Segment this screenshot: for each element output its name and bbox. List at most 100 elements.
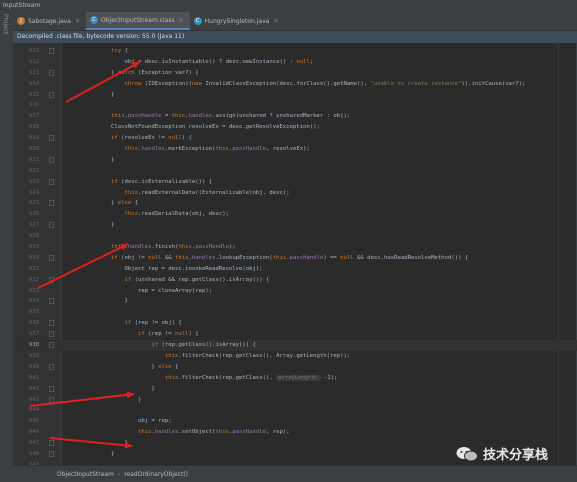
project-tool-strip[interactable]: Project	[0, 12, 14, 482]
fold-marker-icon[interactable]	[49, 450, 54, 457]
breadcrumb-class[interactable]: ObjectInputStream	[57, 471, 114, 478]
code-text: }	[111, 450, 115, 457]
code-line[interactable]: 936 if (rep != obj) {	[13, 318, 577, 329]
code-text: if (obj != null && this.handles.lookupEx…	[111, 254, 469, 261]
code-line[interactable]: 922	[13, 166, 577, 177]
code-text: } catch (Exception var7) {	[111, 69, 199, 76]
line-number: 911	[28, 48, 39, 54]
code-line[interactable]: 938 if (rep.getClass().isArray()) {	[13, 340, 577, 351]
decompiled-banner: Decompiled .class file, bytecode version…	[13, 31, 577, 43]
line-number: 939	[28, 352, 39, 359]
code-line[interactable]: 939 this.filterCheck(rep.getClass(), Arr…	[13, 351, 577, 362]
code-text: ClassNotFoundException resolveEx = desc.…	[111, 124, 320, 131]
code-line[interactable]: 917 this.passHandle = this.handles.assign…	[13, 111, 577, 122]
code-line[interactable]: 945 obj = rep;	[13, 416, 577, 427]
code-line[interactable]: 923 if (desc.isExternalizable()) {	[13, 177, 577, 188]
fold-marker-icon[interactable]	[49, 156, 54, 163]
code-line[interactable]: 944	[13, 405, 577, 416]
code-line[interactable]: 940 } else {	[13, 362, 577, 373]
code-line[interactable]: 928	[13, 231, 577, 242]
fold-marker-icon[interactable]	[49, 320, 54, 327]
code-line[interactable]: 935	[13, 307, 577, 318]
line-number: 926	[28, 211, 39, 218]
code-line[interactable]: 931 Object rep = desc.invokeReadResolve(…	[13, 264, 577, 275]
tab-objectinputstream-class[interactable]: C ObjectInputStream.class ×	[86, 12, 190, 30]
close-icon[interactable]: ×	[75, 18, 80, 25]
line-number: 921	[28, 156, 39, 163]
close-icon[interactable]: ×	[273, 18, 278, 25]
fold-marker-icon[interactable]	[49, 69, 54, 76]
code-editor[interactable]: 911 try {912 obj = desc.isInstantiable() …	[13, 43, 577, 465]
line-number: 933	[28, 287, 39, 294]
code-line[interactable]: 933 rep = cloneArray(rep);	[13, 286, 577, 297]
project-tool-label[interactable]: Project	[2, 14, 9, 35]
code-text: }	[111, 91, 115, 98]
code-line[interactable]: 925} else {	[13, 198, 577, 209]
code-line[interactable]: 912 obj = desc.isInstantiable() ? desc.n…	[13, 57, 577, 68]
fold-marker-icon[interactable]	[49, 396, 54, 403]
fold-marker-icon[interactable]	[49, 178, 54, 185]
code-text: }	[111, 396, 142, 403]
code-line[interactable]: 927}	[13, 220, 577, 231]
code-line[interactable]: 918 ClassNotFoundException resolveEx = de…	[13, 122, 577, 133]
code-line[interactable]: 946 this.handles.setObject(this.passHand…	[13, 427, 577, 438]
code-text: if (rep != obj) {	[124, 320, 182, 327]
code-line[interactable]: 941 this.filterCheck(rep.getClass(), arr…	[13, 373, 577, 384]
fold-marker-icon[interactable]	[49, 91, 54, 98]
tab-sabotage-java[interactable]: J Sabotage.java ×	[13, 12, 86, 30]
fold-marker-icon[interactable]	[49, 440, 54, 447]
code-line[interactable]: 919 if (resolveEx != null) {	[13, 133, 577, 144]
fold-marker-icon[interactable]	[49, 254, 54, 261]
code-text: obj = rep;	[137, 418, 172, 425]
code-line[interactable]: 932 if (unshared && rep.getClass().isArr…	[13, 275, 577, 286]
fold-marker-icon[interactable]	[49, 135, 54, 142]
code-text: }	[111, 440, 128, 447]
code-text: this.passHandle = this.handles.assign(un…	[111, 113, 351, 120]
code-line[interactable]: 914 throw (IOException)(new InvalidClass…	[13, 79, 577, 90]
fold-marker-icon[interactable]	[49, 222, 54, 229]
code-line[interactable]: 913} catch (Exception var7) {	[13, 68, 577, 79]
code-line[interactable]: 916	[13, 100, 577, 111]
code-text: }	[111, 156, 115, 163]
line-number: 944	[28, 407, 39, 414]
code-line[interactable]: 934 }	[13, 296, 577, 307]
java-file-icon: C	[193, 17, 202, 25]
line-number: 948	[28, 450, 39, 457]
code-line[interactable]: 911 try {	[13, 46, 577, 57]
code-line[interactable]: 943 }	[13, 395, 577, 406]
close-icon[interactable]: ×	[179, 17, 184, 24]
fold-marker-icon[interactable]	[49, 48, 54, 54]
code-text: this.handles.finish(this.passHandle);	[111, 244, 236, 251]
code-line[interactable]: 924 this.readExternalData((Externalizabl…	[13, 188, 577, 199]
breadcrumb-method[interactable]: readOrdinaryObject()	[124, 471, 188, 478]
fold-marker-icon[interactable]	[49, 342, 54, 349]
code-line[interactable]: 920 this.handles.markException(this.pass…	[13, 144, 577, 155]
code-line[interactable]: 942 }	[13, 384, 577, 395]
fold-marker-icon[interactable]	[49, 200, 54, 207]
fold-marker-icon[interactable]	[49, 385, 54, 392]
code-text: } else {	[111, 363, 179, 370]
code-text: if (rep.getClass().isArray()) {	[151, 342, 256, 349]
code-line[interactable]: 937 if (rep != null) {	[13, 329, 577, 340]
breadcrumb: ObjectInputStream › readOrdinaryObject()	[13, 465, 577, 482]
code-line[interactable]: 915}	[13, 90, 577, 101]
code-line[interactable]: 929 this.handles.finish(this.passHandle);	[13, 242, 577, 253]
code-lines: 911 try {912 obj = desc.isInstantiable() …	[13, 46, 577, 465]
line-number: 935	[28, 309, 39, 316]
code-text: this.readSerialData(obj, desc);	[124, 211, 229, 218]
code-line[interactable]: 921}	[13, 155, 577, 166]
java-file-icon: J	[17, 17, 25, 25]
fold-marker-icon[interactable]	[49, 331, 54, 338]
wechat-icon	[456, 446, 478, 462]
fold-marker-icon[interactable]	[49, 363, 54, 370]
code-line[interactable]: 930 if (obj != null && this.handles.looku…	[13, 253, 577, 264]
line-number: 941	[28, 374, 39, 381]
fold-marker-icon[interactable]	[49, 298, 54, 305]
line-number: 919	[28, 135, 39, 142]
code-text: this.filterCheck(rep.getClass(), Array.g…	[164, 352, 351, 359]
code-text: } else {	[111, 200, 138, 207]
code-line[interactable]: 926 this.readSerialData(obj, desc);	[13, 209, 577, 220]
chevron-right-icon: ›	[117, 470, 121, 478]
tab-hungrysingleton-java[interactable]: C HungrySingleton.java ×	[190, 12, 285, 30]
fold-marker-icon[interactable]	[49, 276, 54, 283]
